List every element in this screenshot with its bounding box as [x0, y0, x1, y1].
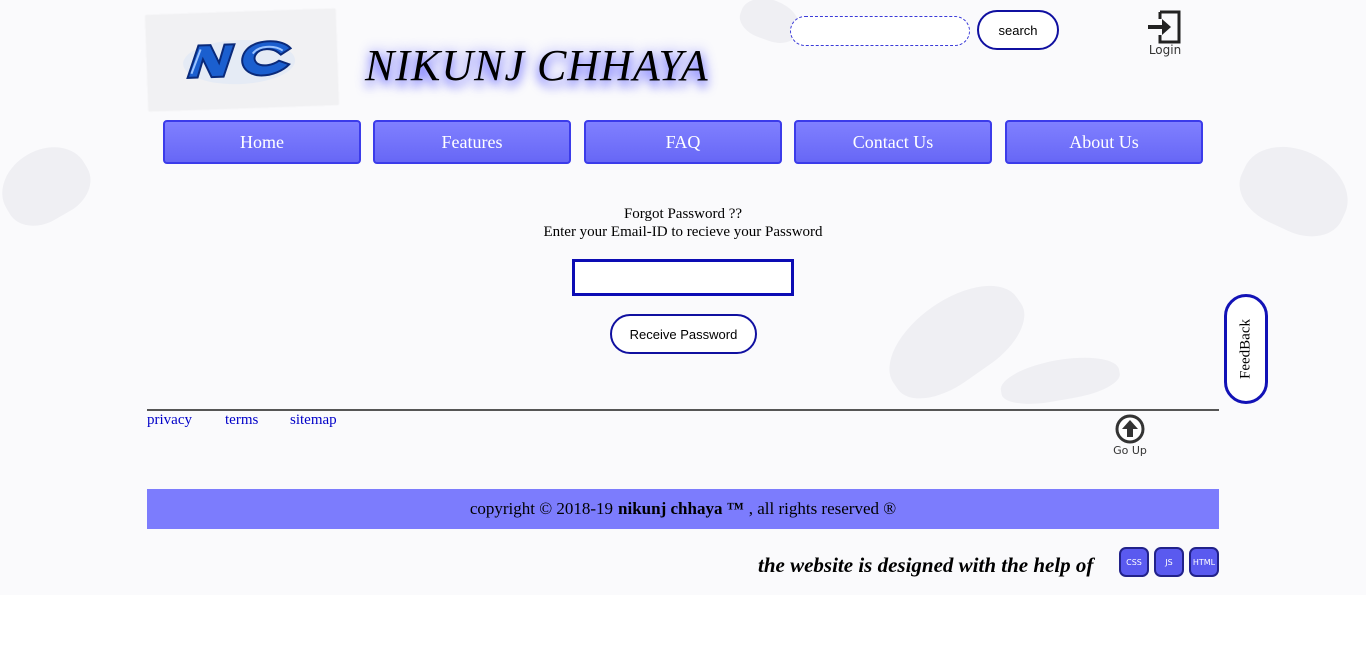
copyright-brand: nikunj chhaya ™: [618, 499, 744, 518]
copyright-bar: copyright © 2018-19 nikunj chhaya ™ , al…: [147, 489, 1219, 529]
feedback-tab[interactable]: FeedBack: [1224, 294, 1268, 404]
nav-features[interactable]: Features: [373, 120, 571, 164]
html-badge[interactable]: HTML: [1189, 547, 1219, 577]
logo-mark-icon: [183, 40, 296, 85]
feedback-label: FeedBack: [1237, 319, 1254, 379]
footer-link-sitemap[interactable]: sitemap: [290, 412, 337, 429]
copyright-suffix: , all rights reserved ®: [748, 499, 897, 518]
search-input[interactable]: [790, 16, 970, 46]
arrow-up-circle-icon: [1115, 414, 1145, 444]
site-title: NIKUNJ CHHAYA: [365, 41, 709, 90]
footer-link-privacy[interactable]: privacy: [147, 412, 192, 429]
login-label: Login: [1148, 43, 1182, 57]
go-up-label: Go Up: [1113, 444, 1147, 457]
nav-home[interactable]: Home: [163, 120, 361, 164]
nav-faq[interactable]: FAQ: [584, 120, 782, 164]
footer-link-terms[interactable]: terms: [225, 412, 258, 429]
search-button[interactable]: search: [977, 10, 1059, 50]
go-up-button[interactable]: Go Up: [1110, 414, 1150, 464]
nav-about-us[interactable]: About Us: [1005, 120, 1203, 164]
email-field[interactable]: [572, 259, 794, 296]
credit-text: the website is designed with the help of: [758, 553, 1094, 577]
js-badge[interactable]: JS: [1154, 547, 1184, 577]
forgot-password-title: Forgot Password ??: [623, 206, 743, 222]
login-button[interactable]: Login: [1144, 9, 1186, 61]
copyright-prefix: copyright © 2018-19: [469, 499, 614, 518]
forgot-password-instructions: Enter your Email-ID to recieve your Pass…: [543, 224, 823, 240]
footer-divider: [147, 409, 1219, 411]
site-logo[interactable]: [145, 8, 339, 112]
login-icon: [1148, 10, 1181, 44]
css-badge[interactable]: CSS: [1119, 547, 1149, 577]
receive-password-button[interactable]: Receive Password: [610, 314, 757, 354]
nav-contact-us[interactable]: Contact Us: [794, 120, 992, 164]
